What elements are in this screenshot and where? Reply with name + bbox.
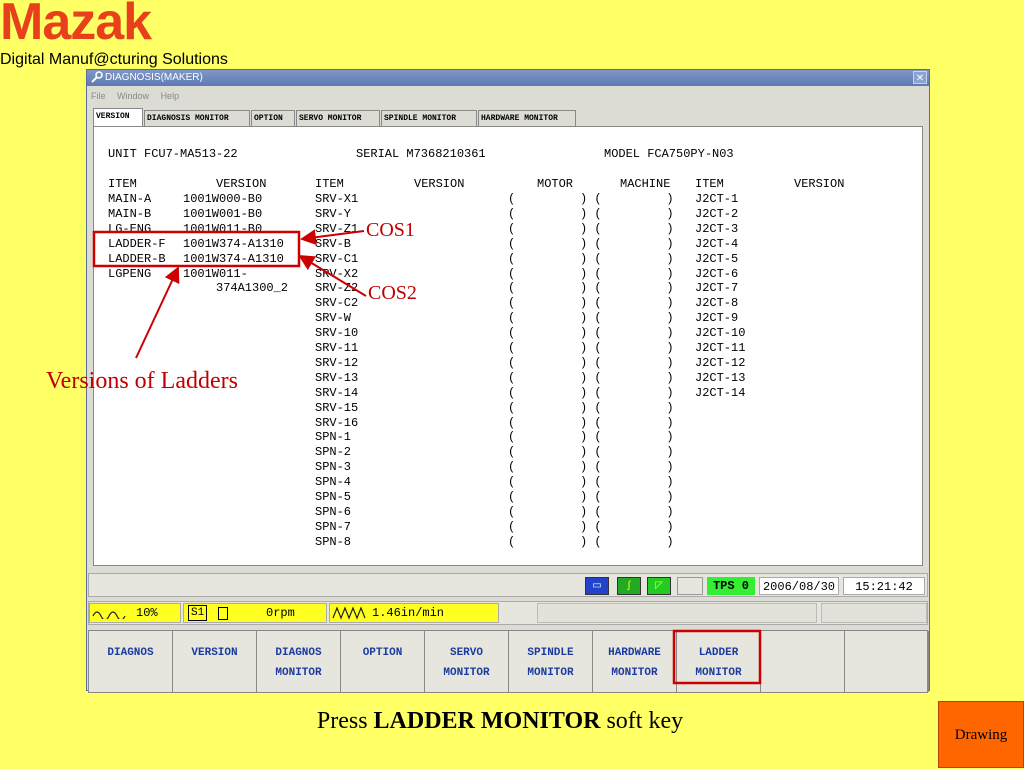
cos1-arrow: [300, 229, 365, 246]
ladders-callout: Versions of Ladders: [46, 368, 238, 394]
cos2-arrow: [298, 254, 367, 297]
slide-caption: Press LADDER MONITOR soft key: [0, 708, 1000, 735]
ladders-arrow: [135, 266, 180, 359]
ladder-monitor-highlight: [672, 629, 762, 685]
caption-pre: Press: [316, 708, 374, 734]
caption-post: soft key: [600, 708, 684, 734]
ladder-highlight-box: [92, 230, 301, 268]
caption-bold: LADDER MONITOR: [373, 708, 601, 734]
cos1-callout: COS1: [366, 219, 415, 241]
drawing-button[interactable]: Drawing: [938, 701, 1024, 768]
cos2-callout: COS2: [368, 282, 417, 304]
